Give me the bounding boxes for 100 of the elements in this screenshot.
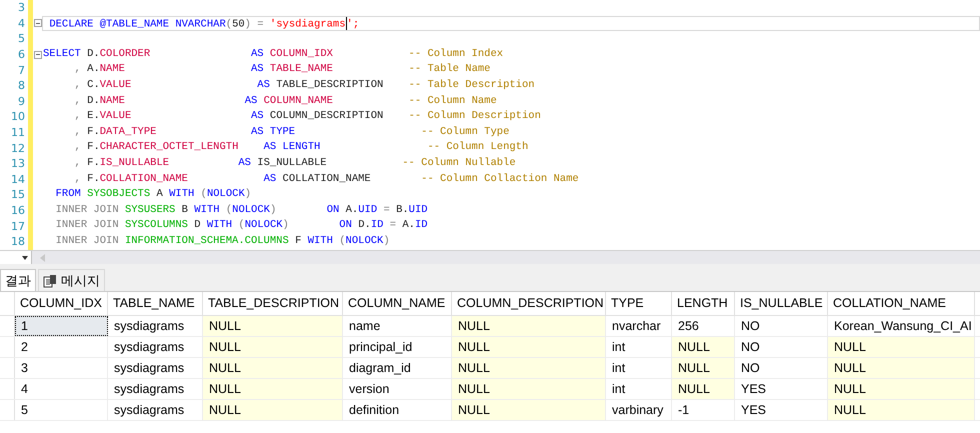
sql-identifier: A. [402,219,415,232]
result-tab[interactable]: 결과 [0,269,36,291]
sql-column: DATA_TYPE [100,126,156,138]
line-number: 6 [18,49,25,60]
sql-keyword: WITH [308,234,333,247]
sql-keyword: SELECT [43,48,81,60]
table-cell[interactable]: 1 [15,316,108,336]
sql-operator: , [74,110,81,122]
sql-operator: ( [226,18,232,30]
sql-keyword: AS [238,156,251,169]
sql-system-table: SYSCOLUMNS [124,219,188,232]
sql-identifier: COLUMN_DESCRIPTION [270,110,384,122]
sql-comment: -- Column Type [421,126,510,138]
sql-keyword: WITH [169,188,194,200]
sql-keyword: AS [251,110,264,122]
sql-operator: INNER JOIN [56,204,119,216]
sql-operator: ( [238,219,245,232]
sql-string: 'sysdiagrams [270,18,346,30]
sql-operator: , [74,78,81,91]
table-cell[interactable]: NULL [672,379,735,399]
line-number: 4 [18,18,25,29]
table-cell[interactable]: NULL [452,337,606,357]
line-number: 14 [11,174,25,185]
table-cell[interactable]: NULL [672,337,735,357]
table-cell[interactable]: NULL [203,337,343,357]
sql-comment: -- Column Description [408,110,541,122]
line-number: 8 [18,80,25,92]
sql-column: CHARACTER_OCTET_LENGTH [100,141,238,154]
sql-identifier: D [194,219,201,232]
column-header[interactable]: TABLE_DESCRIPTION [203,292,343,315]
table-cell[interactable]: NULL [672,358,735,378]
sql-identifier: A [156,188,163,200]
sql-operator: ) [244,188,252,200]
sql-identifier: B. [396,204,409,216]
sql-keyword: ON [339,219,352,232]
line-number: 11 [11,127,25,138]
sql-comment: -- Column Name [408,94,497,107]
table-cell[interactable]: NULL [203,379,343,399]
sql-identifier: D. [358,219,371,232]
sql-column: COLUMN_NAME [264,94,333,107]
collapse-icon[interactable] [34,19,42,28]
line-number: 3 [18,2,25,14]
sql-operator: = [390,219,396,232]
sql-column: COLORDER [100,48,150,60]
sql-identifier: COLLATION_NAME [282,172,371,185]
sql-comment: -- Column Nullable [402,156,516,169]
sql-keyword: ON [326,204,340,216]
table-cell[interactable]: NULL [828,379,975,399]
line-number: 5 [18,33,25,44]
table-cell[interactable]: NULL [203,400,343,420]
table-cell[interactable]: NULL [452,400,606,420]
sql-identifier: F. [87,156,100,169]
sql-operator: = [383,204,390,216]
sql-operator: , [74,94,81,107]
table-cell[interactable]: NULL [828,358,975,378]
table-cell[interactable]: NULL [203,358,343,378]
sql-comment: -- Table Name [408,63,490,76]
column-header[interactable]: TABLE_NAME [108,292,203,315]
sql-comment: -- Table Description [408,78,535,91]
column-header[interactable]: TYPE [606,292,672,315]
table-cell[interactable]: NULL [828,400,975,420]
table-cell[interactable]: NULL [452,358,606,378]
sql-identifier: D. [87,48,100,60]
column-header[interactable]: COLUMN_DESCRIPTION [452,292,606,315]
sql-identifier: C. [87,78,100,91]
sql-column: VALUE [100,110,132,122]
sql-column: VALUE [100,78,132,91]
sql-column: COLLATION_NAME [100,172,188,185]
sql-keyword: DECLARE @TABLE_NAME NVARCHAR [49,18,226,30]
sql-operator: , [74,141,81,154]
sql-keyword: WITH [206,219,232,232]
column-header[interactable]: COLUMN_NAME [343,292,452,315]
line-number: 12 [11,142,25,154]
sql-identifier: F [295,234,302,247]
column-header[interactable]: COLUMN_IDX [15,292,108,315]
result-tab[interactable]: 메시지 [38,269,105,291]
table-cell[interactable]: NULL [452,316,606,336]
collapse-icon[interactable] [34,50,42,59]
table-cell[interactable]: NULL [452,379,606,399]
sql-system-table: SYSOBJECTS [87,188,150,200]
sql-column: NAME [100,94,125,107]
sql-keyword: AS [257,78,270,91]
column-header[interactable]: COLLATION_NAME [828,292,975,315]
sql-keyword: UID [408,204,428,216]
table-cell[interactable]: NULL [203,316,343,336]
sql-keyword: AS [244,94,258,107]
sql-column: COLUMN_IDX [270,48,333,60]
line-number: 15 [11,189,25,200]
sql-operator: ) [270,204,276,216]
sql-operator: ( [339,234,346,247]
sql-identifier: F. [87,126,100,138]
sql-operator: , [74,126,81,138]
zoom-dropdown[interactable] [0,251,32,264]
sql-operator: , [74,172,81,185]
sql-identifier: E. [87,110,100,122]
sql-comment: -- Column Index [408,48,504,60]
table-cell[interactable]: NULL [828,337,975,357]
column-header[interactable]: IS_NULLABLE [735,292,828,315]
column-header[interactable]: LENGTH [672,292,735,315]
line-number: 7 [18,64,25,76]
